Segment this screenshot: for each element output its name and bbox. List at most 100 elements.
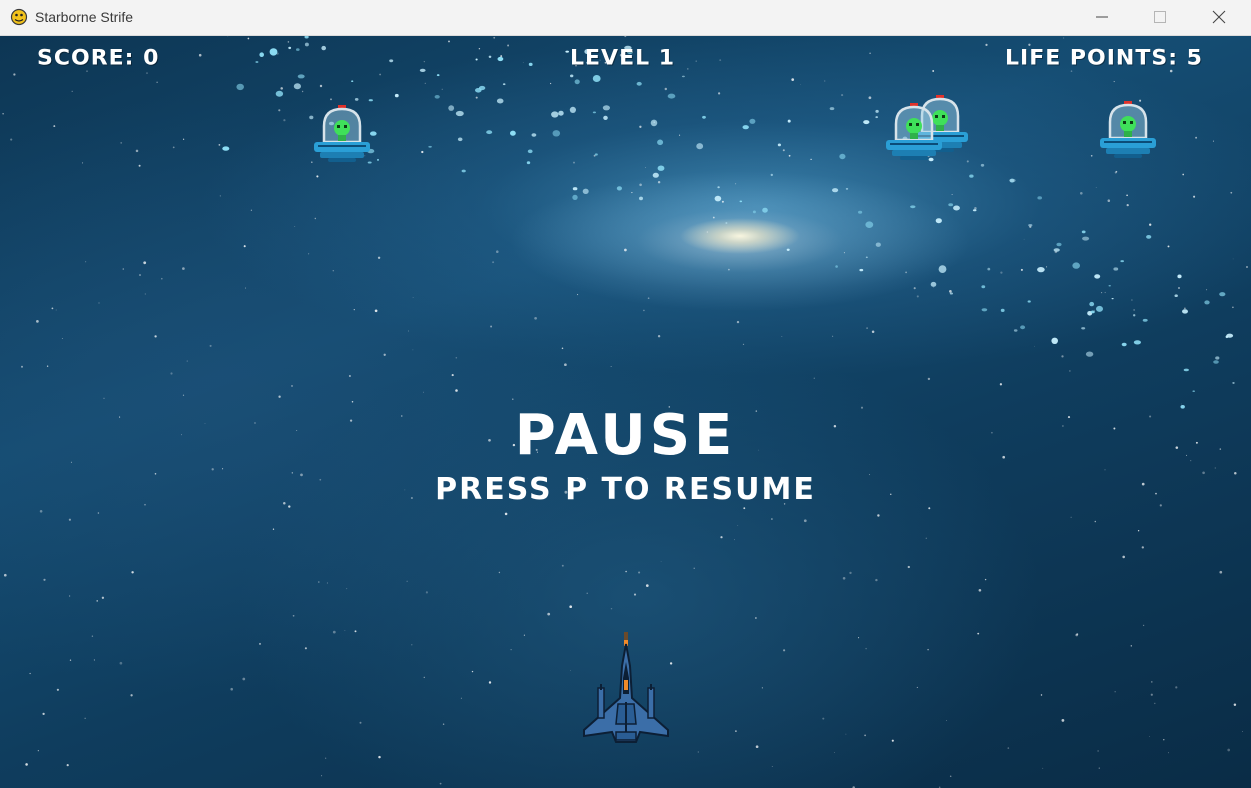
ice-fragment: [455, 110, 464, 117]
star: [697, 751, 699, 753]
ice-fragment: [602, 105, 611, 111]
ice-fragment: [948, 203, 954, 207]
ice-fragment: [428, 145, 432, 148]
star: [978, 588, 982, 592]
ice-fragment: [762, 207, 768, 213]
star: [949, 775, 952, 778]
star: [771, 766, 773, 767]
star: [974, 207, 977, 210]
star: [1042, 767, 1044, 769]
title-bar[interactable]: Starborne Strife: [0, 0, 1251, 36]
star: [718, 92, 721, 95]
star: [573, 161, 575, 164]
star: [1040, 694, 1043, 696]
star: [1227, 748, 1231, 752]
star: [569, 605, 573, 609]
star: [1122, 555, 1125, 559]
star: [488, 681, 492, 684]
star: [1126, 194, 1128, 197]
star: [1101, 292, 1103, 294]
game-window: Starborne Strife SCORE: 0 LEVEL 1 LIFE P…: [0, 0, 1251, 788]
star: [351, 401, 354, 403]
star: [736, 320, 740, 324]
ice-fragment: [297, 74, 305, 79]
star: [29, 672, 31, 675]
star: [843, 252, 845, 254]
ice-fragment: [1120, 260, 1124, 263]
star: [735, 183, 737, 185]
star: [82, 162, 84, 164]
star: [96, 600, 98, 602]
star: [1069, 370, 1071, 372]
star: [693, 567, 695, 569]
ice-fragment: [681, 75, 685, 78]
ice-fragment: [1111, 298, 1114, 300]
ice-fragment: [527, 149, 533, 154]
star: [56, 688, 60, 691]
star: [875, 578, 878, 582]
ice-fragment: [572, 194, 578, 200]
ice-fragment: [394, 93, 399, 98]
star: [424, 82, 426, 85]
ice-fragment: [1000, 308, 1005, 312]
ice-fragment: [565, 50, 569, 53]
star: [1020, 268, 1023, 271]
ice-fragment: [419, 68, 426, 72]
star: [633, 593, 637, 596]
star: [771, 518, 773, 520]
star: [949, 290, 952, 293]
ice-fragment: [930, 281, 937, 287]
star: [522, 62, 524, 63]
star: [359, 721, 362, 724]
star: [728, 268, 730, 271]
star: [1230, 191, 1233, 194]
star: [448, 40, 450, 43]
star: [865, 647, 867, 650]
star: [907, 565, 910, 569]
close-button[interactable]: [1189, 0, 1249, 34]
star: [864, 734, 866, 737]
ice-fragment: [528, 62, 533, 66]
ice-fragment: [639, 196, 643, 201]
minimize-icon: [1096, 16, 1108, 18]
minimize-button[interactable]: [1073, 0, 1131, 34]
star: [1206, 289, 1208, 291]
star: [788, 154, 791, 157]
ice-fragment: [1096, 305, 1103, 312]
star: [1107, 199, 1111, 202]
star: [734, 539, 736, 541]
star: [278, 109, 281, 112]
star: [131, 571, 134, 574]
ice-fragment: [1081, 327, 1086, 330]
star: [423, 61, 425, 63]
ice-fragment: [1133, 314, 1136, 317]
star: [824, 80, 826, 82]
star: [42, 712, 45, 716]
ice-fragment: [752, 210, 756, 214]
pygame-snake-icon: [10, 8, 28, 26]
star: [1175, 686, 1178, 689]
maximize-button[interactable]: [1131, 0, 1189, 34]
star: [53, 125, 56, 128]
star: [346, 588, 348, 590]
ice-fragment: [650, 119, 658, 127]
star: [51, 307, 54, 310]
star: [925, 537, 927, 539]
star: [1195, 136, 1198, 139]
ice-fragment: [875, 116, 878, 119]
ice-fragment: [1142, 318, 1148, 322]
ice-fragment: [770, 173, 773, 177]
star: [1130, 645, 1132, 647]
ice-fragment: [461, 169, 466, 173]
star: [247, 37, 250, 40]
star: [301, 90, 304, 93]
star: [139, 274, 141, 276]
star: [1098, 767, 1100, 769]
star: [647, 297, 650, 300]
star: [735, 730, 737, 732]
ice-fragment: [969, 174, 974, 178]
ice-fragment: [980, 163, 985, 167]
ice-fragment: [255, 61, 259, 63]
game-canvas[interactable]: SCORE: 0 LEVEL 1 LIFE POINTS: 5 PAUSE PR…: [0, 36, 1251, 788]
star: [272, 528, 275, 530]
